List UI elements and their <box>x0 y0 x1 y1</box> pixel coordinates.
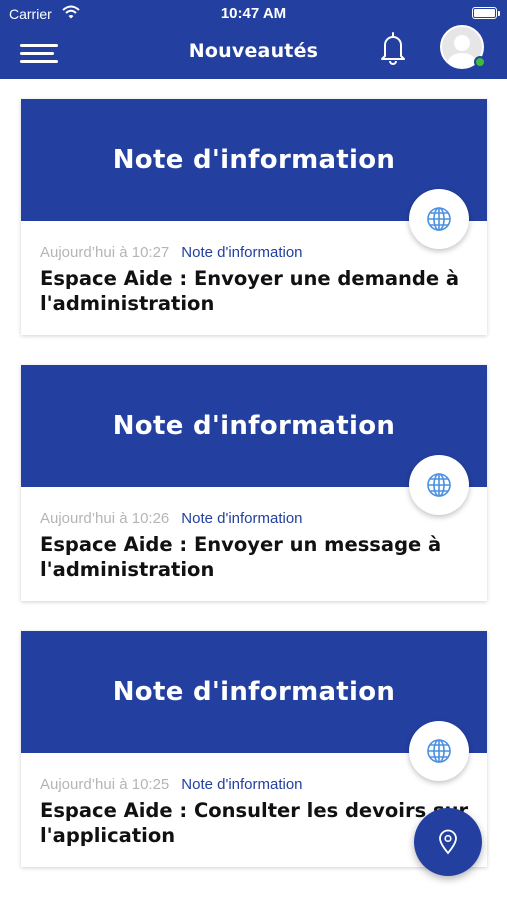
location-fab-button[interactable] <box>414 808 482 876</box>
card-title: Espace Aide : Envoyer un message à l'adm… <box>40 533 442 581</box>
online-status-indicator <box>474 56 486 68</box>
clock: 10:47 AM <box>220 5 287 22</box>
card-date: Aujourd’hui à 10:26 <box>40 510 170 527</box>
card-meta: Aujourd’hui à 10:27 Note d'information <box>40 244 303 261</box>
card-meta: Aujourd’hui à 10:26 Note d'information <box>40 510 303 527</box>
card-banner-title: Note d'information <box>112 411 396 441</box>
news-card[interactable]: Note d'information Aujourd’hui à 10:26 No… <box>21 365 487 601</box>
card-banner-title: Note d'information <box>112 145 396 175</box>
globe-icon[interactable] <box>409 455 469 515</box>
card-category[interactable]: Note d'information <box>181 776 302 793</box>
app-header: Carrier 10:47 AM Nouveautés <box>0 0 507 79</box>
card-category[interactable]: Note d'information <box>181 510 302 527</box>
card-title: Espace Aide : Envoyer une demande à l'ad… <box>40 267 460 315</box>
bell-icon[interactable] <box>378 30 408 66</box>
globe-icon[interactable] <box>409 721 469 781</box>
card-banner-title: Note d'information <box>112 677 396 707</box>
page-title: Nouveautés <box>188 40 319 62</box>
news-card[interactable]: Note d'information Aujourd’hui à 10:27 No… <box>21 99 487 335</box>
battery-icon <box>472 7 500 19</box>
card-category[interactable]: Note d'information <box>181 244 302 261</box>
card-date: Aujourd’hui à 10:25 <box>40 776 170 793</box>
globe-icon[interactable] <box>409 189 469 249</box>
location-pin-icon <box>439 829 457 855</box>
card-meta: Aujourd’hui à 10:25 Note d'information <box>40 776 303 793</box>
nav-bar: Nouveautés <box>0 25 507 79</box>
card-date: Aujourd’hui à 10:27 <box>40 244 170 261</box>
status-bar: Carrier 10:47 AM <box>0 0 507 28</box>
